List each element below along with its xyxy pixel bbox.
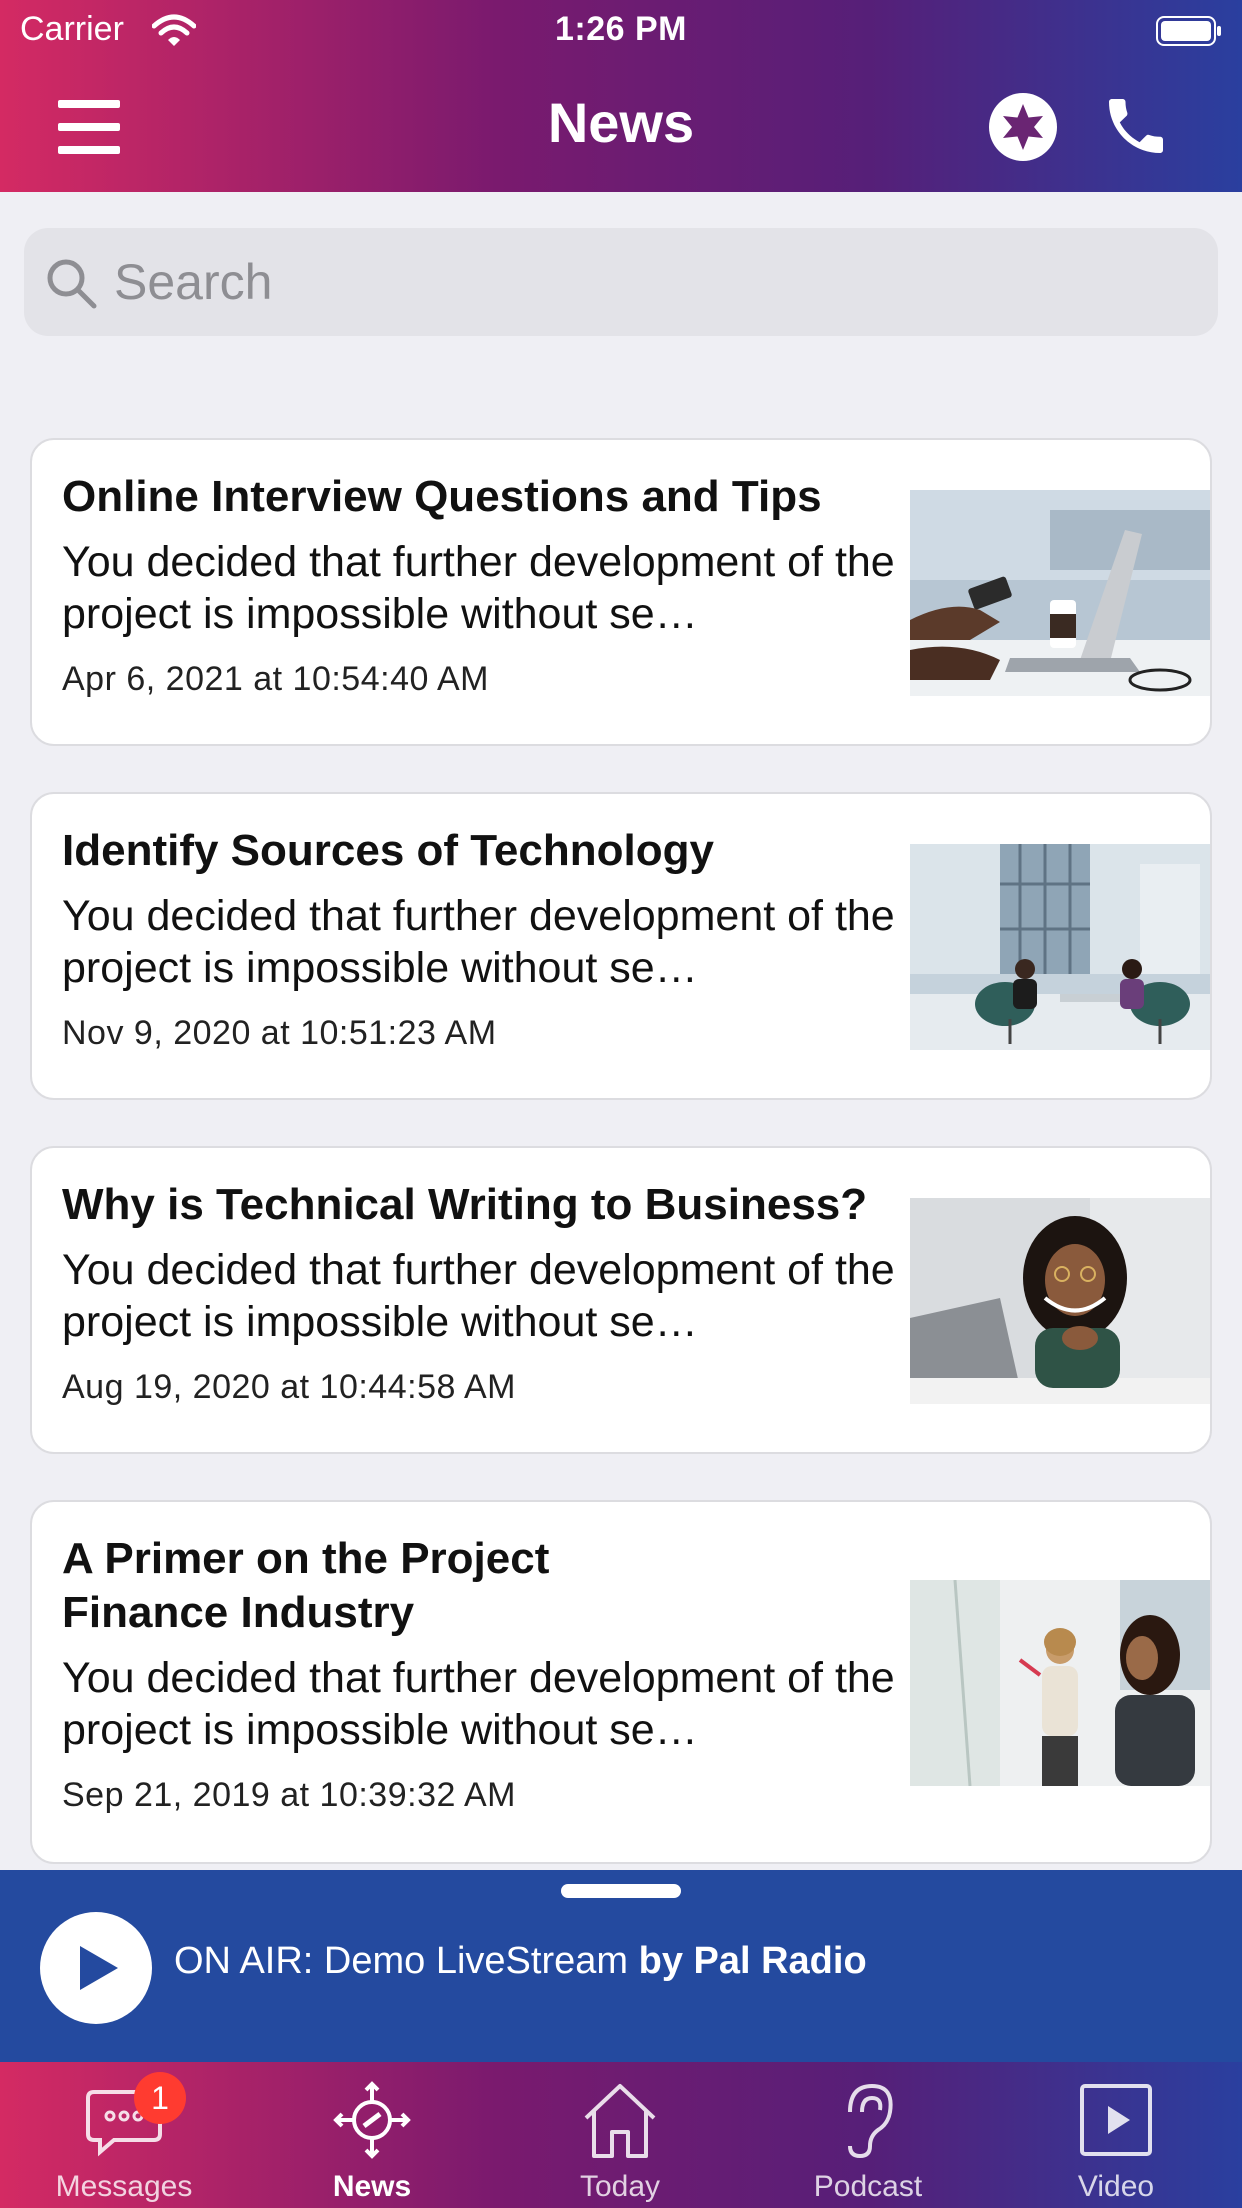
tab-news[interactable]: News <box>272 2062 472 2208</box>
play-icon <box>80 1946 118 1990</box>
home-icon <box>584 2084 656 2158</box>
news-date: Sep 21, 2019 at 10:39:32 AM <box>62 1776 516 1814</box>
office-meeting-photo <box>910 844 1210 1050</box>
news-title: A Primer on the Project Finance Industry <box>62 1534 550 1637</box>
news-card-text: Online Interview Questions and Tips You … <box>62 470 912 699</box>
tab-today[interactable]: Today <box>520 2062 720 2208</box>
favorites-star-icon[interactable] <box>988 92 1058 162</box>
drag-handle[interactable] <box>561 1884 681 1898</box>
tab-messages[interactable]: 1 Messages <box>24 2062 224 2208</box>
news-date: Apr 6, 2021 at 10:54:40 AM <box>62 660 489 698</box>
search-input[interactable] <box>114 228 1194 336</box>
news-title: Why is Technical Writing to Business? <box>62 1180 868 1229</box>
news-description: You decided that further development of … <box>62 892 895 992</box>
unread-badge: 1 <box>134 2072 186 2124</box>
phone-icon[interactable] <box>1100 90 1172 162</box>
tab-label: Podcast <box>813 2170 923 2203</box>
ear-icon <box>848 2083 893 2159</box>
battery-icon <box>1156 16 1221 46</box>
tab-label: News <box>332 2170 412 2203</box>
news-card[interactable]: Identify Sources of Technology You decid… <box>30 792 1212 1100</box>
news-card[interactable]: A Primer on the Project Finance Industry… <box>30 1500 1212 1864</box>
laptop-coffee-photo <box>910 490 1210 696</box>
header: Carrier 1:26 PM News <box>0 0 1242 192</box>
search-bar <box>24 228 1218 336</box>
tab-label: Messages <box>55 2170 193 2203</box>
status-bar: Carrier 1:26 PM <box>0 0 1242 64</box>
live-player: ON AIR: Demo LiveStream by Pal Radio <box>0 1870 1242 2062</box>
tab-label: Today <box>579 2170 661 2203</box>
play-button[interactable] <box>40 1912 152 2024</box>
whiteboard-meeting-photo <box>910 1580 1210 1786</box>
news-description: You decided that further development of … <box>62 1246 895 1346</box>
news-card-text: Identify Sources of Technology You decid… <box>62 824 912 1053</box>
news-title: Identify Sources of Technology <box>62 826 714 875</box>
tab-bar: 1 Messages News Today Podcast Video <box>0 2062 1242 2208</box>
news-card[interactable]: Online Interview Questions and Tips You … <box>30 438 1212 746</box>
on-air-label: ON AIR: Demo LiveStream <box>174 1940 629 1982</box>
news-title: Online Interview Questions and Tips <box>62 472 822 521</box>
tab-video[interactable]: Video <box>1016 2062 1216 2208</box>
status-time: 1:26 PM <box>555 10 687 48</box>
news-card[interactable]: Why is Technical Writing to Business? Yo… <box>30 1146 1212 1454</box>
search-icon <box>47 259 97 309</box>
news-description: You decided that further development of … <box>62 538 895 638</box>
navigation-bar: News <box>0 64 1242 192</box>
news-card-text: A Primer on the Project Finance Industry… <box>62 1532 912 1815</box>
news-card-text: Why is Technical Writing to Business? Yo… <box>62 1178 912 1407</box>
news-icon <box>333 2081 411 2159</box>
tab-podcast[interactable]: Podcast <box>768 2062 968 2208</box>
news-date: Nov 9, 2020 at 10:51:23 AM <box>62 1014 497 1052</box>
video-icon <box>1080 2084 1152 2156</box>
now-playing-text: ON AIR: Demo LiveStream by Pal Radio <box>174 1940 867 1983</box>
tab-label: Video <box>1077 2170 1155 2203</box>
smiling-woman-photo <box>910 1198 1210 1404</box>
news-list: Online Interview Questions and Tips You … <box>30 438 1212 1910</box>
news-date: Aug 19, 2020 at 10:44:58 AM <box>62 1368 516 1406</box>
station-label: by Pal Radio <box>638 1940 867 1982</box>
news-description: You decided that further development of … <box>62 1654 895 1754</box>
